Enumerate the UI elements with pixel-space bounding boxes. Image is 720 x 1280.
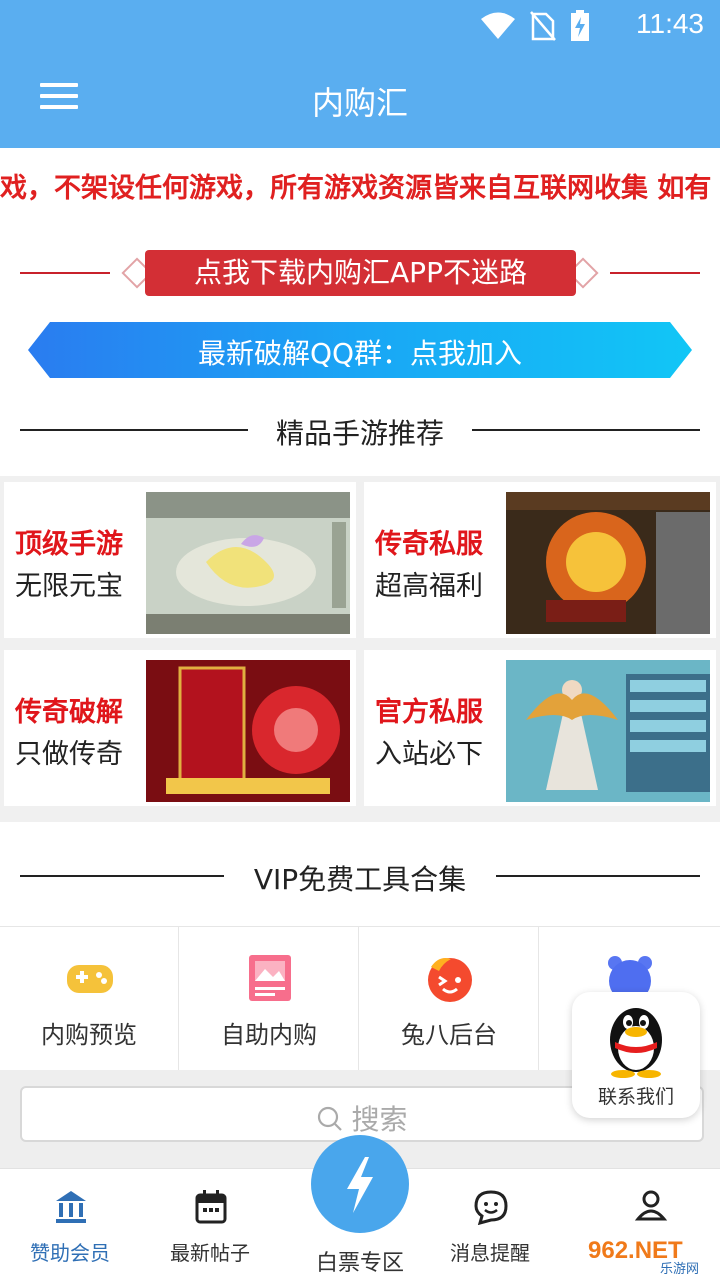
tab-sponsor-member[interactable]: 赞助会员 [0, 1169, 140, 1280]
qq-penguin-icon [610, 1008, 662, 1078]
card-subtitle: 超高福利 [375, 571, 483, 602]
game-card-3[interactable]: 传奇破解 只做传奇 [4, 650, 356, 806]
tab-latest-posts[interactable]: 最新帖子 [140, 1169, 280, 1280]
download-row: 点我下载内购汇APP不迷路 [0, 248, 720, 298]
no-sim-icon [530, 11, 556, 41]
vip-title: VIP免费工具合集 [253, 863, 467, 896]
tool-label: 内购预览 [41, 1021, 137, 1049]
app-bar: 内购汇 [0, 50, 720, 148]
watermark-text: 962.NET [588, 1237, 683, 1264]
status-icons [480, 10, 590, 42]
tab-label: 消息提醒 [450, 1241, 530, 1265]
card-headline: 传奇破解 [15, 697, 123, 728]
qq-group-banner[interactable]: 最新破解QQ群：点我加入 [28, 322, 692, 378]
game-screenshot [146, 492, 350, 634]
game-screenshot [506, 492, 710, 634]
notice-marquee: 戏，不架设任何游戏，所有游戏资源皆来自互联网收集 如有 [0, 173, 712, 204]
user-icon [634, 1190, 668, 1221]
tool-label: 兔八后台 [401, 1021, 497, 1049]
mascot-face-icon [428, 958, 472, 1002]
recommend-title: 精品手游推荐 [275, 417, 444, 450]
vip-section-title: VIP免费工具合集 [0, 854, 720, 898]
status-time: 11:43 [636, 8, 704, 39]
divider-left [20, 272, 110, 274]
app-title: 内购汇 [311, 84, 408, 122]
game-grid: 顶级手游 无限元宝 传奇私服 超高福利 传奇破解 只做传奇 官方私服 入站必下 [0, 476, 720, 822]
card-headline: 官方私服 [375, 697, 483, 728]
gamepad-icon [67, 965, 113, 993]
watermark-sub: 乐游网 [660, 1262, 699, 1276]
game-screenshot [146, 660, 350, 802]
tool-label: 自助内购 [221, 1021, 317, 1049]
tab-label: 最新帖子 [170, 1241, 250, 1265]
wifi-icon [481, 12, 515, 39]
game-screenshot [506, 660, 710, 802]
card-subtitle: 入站必下 [375, 739, 483, 770]
search-placeholder-text: 搜索 [351, 1103, 408, 1136]
tool-purchase-preview[interactable]: 内购预览 [0, 927, 179, 1071]
contact-us-button[interactable]: 联系我们 [572, 992, 700, 1118]
site-watermark: 962.NET 乐游网 [582, 1232, 716, 1276]
tool-self-purchase[interactable]: 自助内购 [180, 927, 359, 1071]
game-card-2[interactable]: 传奇私服 超高福利 [364, 482, 716, 638]
calendar-icon [195, 1190, 227, 1224]
free-zone-button[interactable] [311, 1135, 409, 1233]
free-zone-label: 白票专区 [315, 1251, 404, 1276]
tab-label: 赞助会员 [30, 1241, 110, 1265]
bank-icon [56, 1191, 86, 1223]
download-app-button[interactable]: 点我下载内购汇APP不迷路 [145, 250, 576, 296]
game-card-4[interactable]: 官方私服 入站必下 [364, 650, 716, 806]
card-subtitle: 无限元宝 [15, 571, 123, 602]
search-icon [317, 1106, 342, 1131]
game-card-1[interactable]: 顶级手游 无限元宝 [4, 482, 356, 638]
qq-group-label: 最新破解QQ群：点我加入 [197, 337, 523, 370]
recommend-section-title: 精品手游推荐 [0, 408, 720, 452]
lightning-icon [347, 1157, 373, 1213]
tab-message-alerts[interactable]: 消息提醒 [420, 1169, 560, 1280]
card-headline: 顶级手游 [15, 529, 123, 560]
card-subtitle: 只做传奇 [15, 739, 123, 770]
card-headline: 传奇私服 [375, 529, 483, 560]
status-bar: 11:43 [0, 0, 720, 50]
chat-icon [474, 1190, 508, 1225]
contact-label: 联系我们 [597, 1086, 674, 1108]
battery-charging-icon [571, 10, 589, 41]
divider-right [610, 272, 700, 274]
image-card-icon [249, 955, 291, 1001]
tool-rabbit-admin[interactable]: 兔八后台 [360, 927, 539, 1071]
